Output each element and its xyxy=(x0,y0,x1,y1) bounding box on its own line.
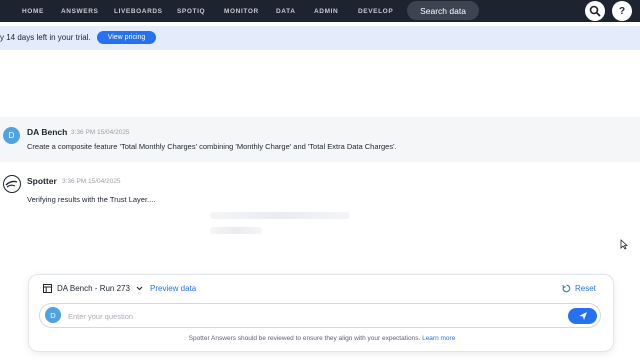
mouse-cursor-icon xyxy=(620,239,628,250)
user-message: D DA Bench 3:36 PM 15/04/2025 Create a c… xyxy=(0,117,640,162)
nav-monitor[interactable]: MONITOR xyxy=(224,8,259,15)
nav-develop[interactable]: DEVELOP xyxy=(358,8,393,15)
reset-icon[interactable] xyxy=(562,284,571,293)
nav-home[interactable]: HOME xyxy=(22,8,44,15)
top-nav: HOME ANSWERS LIVEBOARDS SPOTIQ MONITOR D… xyxy=(0,0,640,22)
disclaimer-text: Spotter Answers should be reviewed to en… xyxy=(188,335,421,342)
spotter-avatar-icon xyxy=(3,175,21,193)
user-message-text: Create a composite feature 'Total Monthl… xyxy=(27,142,397,151)
user-message-time: 3:36 PM 15/04/2025 xyxy=(71,129,130,136)
help-icon[interactable]: ? xyxy=(612,1,632,21)
question-panel: DA Bench - Run 273 Preview data Reset D … xyxy=(28,274,614,352)
nav-liveboards[interactable]: LIVEBOARDS xyxy=(114,8,163,15)
table-icon xyxy=(43,284,52,293)
search-data-button[interactable]: Search data xyxy=(407,1,479,20)
search-icon[interactable] xyxy=(585,1,605,21)
question-input[interactable] xyxy=(68,309,548,323)
view-pricing-button[interactable]: View pricing xyxy=(97,31,156,44)
nav-admin[interactable]: ADMIN xyxy=(314,8,338,15)
trial-text: y 14 days left in your trial. xyxy=(0,33,91,42)
nav-answers[interactable]: ANSWERS xyxy=(61,8,98,15)
nav-spotiq[interactable]: SPOTIQ xyxy=(177,8,205,15)
nav-data[interactable]: DATA xyxy=(276,8,296,15)
reset-button[interactable]: Reset xyxy=(575,284,596,293)
spotter-name: Spotter xyxy=(27,176,57,186)
spotter-message-text: Verifying results with the Trust Layer..… xyxy=(27,195,156,204)
send-button[interactable] xyxy=(568,308,597,324)
preview-data-link[interactable]: Preview data xyxy=(150,284,196,293)
disclaimer: Spotter Answers should be reviewed to en… xyxy=(29,335,615,342)
chevron-down-icon[interactable] xyxy=(136,286,143,291)
send-icon xyxy=(578,312,587,320)
loading-skeleton xyxy=(210,212,350,219)
spotter-message-time: 3:36 PM 15/04/2025 xyxy=(62,178,121,185)
data-source-selector[interactable]: DA Bench - Run 273 xyxy=(57,284,130,293)
input-user-avatar: D xyxy=(45,307,61,323)
trial-banner: y 14 days left in your trial. View prici… xyxy=(0,26,640,50)
user-avatar: D xyxy=(3,127,20,144)
loading-skeleton xyxy=(210,227,262,234)
user-name: DA Bench xyxy=(27,127,68,137)
learn-more-link[interactable]: Learn more xyxy=(422,335,455,342)
question-input-box[interactable]: D xyxy=(39,303,601,328)
